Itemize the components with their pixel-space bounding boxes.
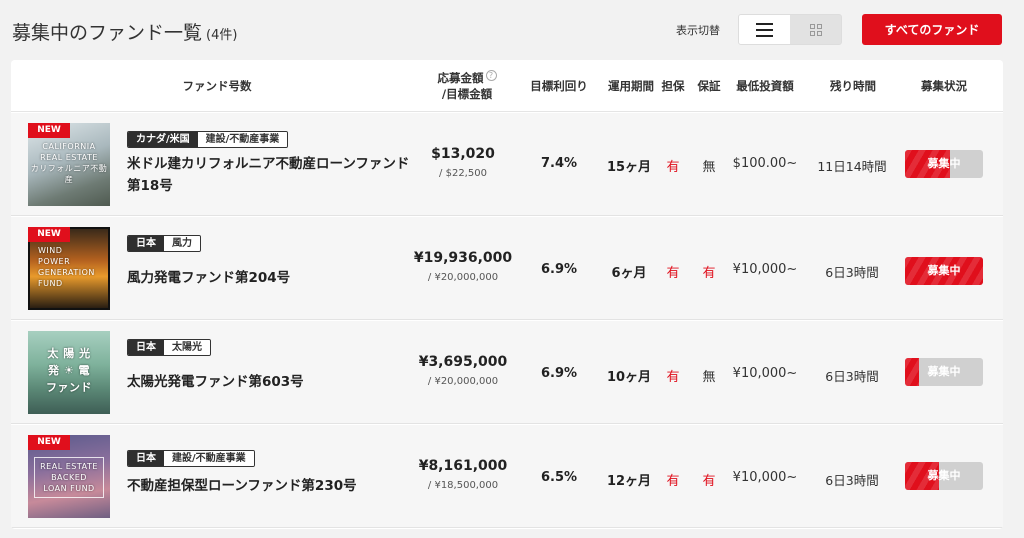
collateral: 有	[666, 474, 680, 489]
amount: ¥8,161,000	[418, 458, 508, 474]
status-label: 募集中	[927, 157, 961, 170]
country-tag: 日本	[128, 451, 164, 466]
fund-tags: 日本 建設/不動産事業	[127, 450, 255, 467]
guarantee: 無	[702, 160, 716, 175]
page-title-text: 募集中のファンド一覧	[12, 22, 203, 44]
country-tag: 日本	[128, 340, 164, 355]
period: 12ヶ月	[606, 474, 652, 489]
fund-name-link[interactable]: 不動産担保型ローンファンド第230号	[127, 475, 417, 497]
col-remaining: 残り時間	[830, 79, 876, 93]
status-label: 募集中	[927, 365, 961, 378]
all-funds-button[interactable]: すべてのファンド	[862, 14, 1002, 45]
fund-count: (4件)	[206, 28, 238, 43]
status-progress[interactable]: 募集中	[905, 257, 983, 285]
collateral: 有	[666, 370, 680, 385]
view-toggle-label: 表示切替	[676, 24, 720, 37]
status-label: 募集中	[927, 469, 961, 482]
country-tag: 日本	[128, 236, 164, 251]
list-icon	[756, 21, 773, 39]
category-tag: 太陽光	[164, 340, 210, 355]
fund-row[interactable]: REAL ESTATE BACKED LOAN FUND NEW 日本 建設/不動…	[11, 425, 1003, 528]
period: 15ヶ月	[606, 160, 652, 175]
status-progress[interactable]: 募集中	[905, 358, 983, 386]
yield: 6.5%	[540, 470, 578, 485]
yield: 6.9%	[540, 366, 578, 381]
grid-icon	[809, 23, 822, 36]
min-invest: ¥10,000~	[732, 470, 798, 485]
list-view-button[interactable]	[739, 15, 790, 44]
col-fund: ファンド号数	[182, 79, 252, 93]
min-invest: ¥10,000~	[732, 262, 798, 277]
target-amount: / ¥20,000,000	[427, 376, 499, 387]
collateral: 有	[666, 266, 680, 281]
target-amount: / ¥18,500,000	[427, 480, 499, 491]
collateral: 有	[666, 160, 680, 175]
col-status: 募集状況	[921, 79, 967, 93]
category-tag: 風力	[164, 236, 200, 251]
remaining-time: 6日3時間	[825, 473, 879, 488]
fund-table: ファンド号数 応募金額? /目標金額 目標利回り 運用期間 担保 保証 最低投資…	[11, 60, 1003, 529]
remaining-time: 6日3時間	[825, 369, 879, 384]
grid-view-button[interactable]	[790, 15, 841, 44]
category-tag: 建設/不動産事業	[164, 451, 254, 466]
col-guarantee: 保証	[697, 79, 721, 93]
fund-row[interactable]: 太 陽 光 発 ☀ 電 ファンド 日本 太陽光 太陽光発電ファンド第603号 ¥3…	[11, 321, 1003, 424]
col-min-invest: 最低投資額	[736, 79, 794, 93]
status-progress[interactable]: 募集中	[905, 150, 983, 178]
period: 6ヶ月	[611, 266, 647, 281]
yield: 6.9%	[540, 262, 578, 277]
thumb-caption: CALIFORNIA REAL ESTATE カリフォルニア不動産	[30, 142, 108, 184]
col-period: 運用期間	[608, 79, 654, 93]
min-invest: ¥10,000~	[732, 366, 798, 381]
status-label: 募集中	[927, 264, 961, 277]
min-invest: $100.00~	[732, 156, 798, 171]
table-header: ファンド号数 応募金額? /目標金額 目標利回り 運用期間 担保 保証 最低投資…	[11, 60, 1003, 112]
thumb-caption: REAL ESTATE BACKED LOAN FUND	[34, 457, 104, 498]
fund-name-link[interactable]: 風力発電ファンド第204号	[127, 267, 417, 289]
target-amount: / $22,500	[439, 168, 487, 179]
solar-power-thumbnail[interactable]: 太 陽 光 発 ☀ 電 ファンド	[28, 331, 110, 414]
thumb-caption: 太 陽 光 発 ☀ 電 ファンド	[46, 347, 92, 394]
fund-tags: 日本 太陽光	[127, 339, 211, 356]
fund-row[interactable]: WIND POWER GENERATION FUND NEW 日本 風力 風力発電…	[11, 217, 1003, 320]
yield: 7.4%	[540, 156, 578, 171]
page-title: 募集中のファンド一覧 (4件)	[12, 18, 237, 45]
country-tag: カナダ/米国	[128, 132, 198, 147]
status-progress[interactable]: 募集中	[905, 462, 983, 490]
amount: ¥3,695,000	[418, 354, 508, 370]
fund-name-link[interactable]: 太陽光発電ファンド第603号	[127, 371, 417, 393]
col-collateral: 担保	[661, 79, 685, 93]
col-amount: 応募金額? /目標金額	[411, 70, 523, 102]
new-badge: NEW	[28, 123, 70, 138]
fund-tags: カナダ/米国 建設/不動産事業	[127, 131, 289, 148]
view-toggle	[738, 14, 842, 45]
category-tag: 建設/不動産事業	[197, 132, 288, 147]
guarantee: 有	[702, 474, 716, 489]
col-amount-line2: /目標金額	[441, 87, 493, 101]
fund-row[interactable]: CALIFORNIA REAL ESTATE カリフォルニア不動産 NEW カナ…	[11, 113, 1003, 216]
target-amount: / ¥20,000,000	[427, 272, 499, 283]
col-yield: 目標利回り	[530, 79, 588, 93]
new-badge: NEW	[28, 435, 70, 450]
fund-tags: 日本 風力	[127, 235, 201, 252]
amount: $13,020	[431, 146, 495, 162]
col-amount-line1: 応募金額	[437, 71, 484, 85]
remaining-time: 6日3時間	[825, 265, 879, 280]
thumb-caption: WIND POWER GENERATION FUND	[38, 246, 95, 288]
new-badge: NEW	[28, 227, 70, 242]
help-icon[interactable]: ?	[485, 70, 497, 81]
period: 10ヶ月	[606, 370, 652, 385]
guarantee: 有	[702, 266, 716, 281]
amount: ¥19,936,000	[413, 250, 513, 266]
guarantee: 無	[702, 370, 716, 385]
fund-name-link[interactable]: 米ドル建カリフォルニア不動産ローンファンド第18号	[127, 153, 417, 197]
remaining-time: 11日14時間	[817, 159, 887, 174]
